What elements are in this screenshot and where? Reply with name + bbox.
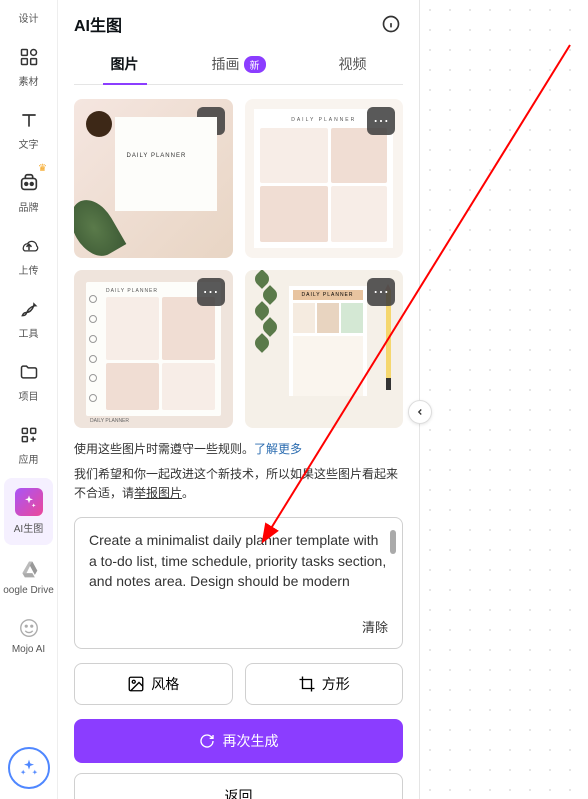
sidebar-item-apps[interactable]: 应用: [0, 413, 57, 476]
info-button[interactable]: [379, 12, 403, 36]
results-scroll[interactable]: ⋯ DAILY PLANNER ⋯ DAILY PLANNER: [74, 99, 403, 799]
ai-image-panel: AI生图 图片 插画 新 视频 ⋯: [58, 0, 420, 799]
chevron-left-icon: [415, 407, 425, 417]
sidebar-item-mojo-ai[interactable]: Mojo AI: [0, 606, 57, 665]
image-more-button[interactable]: ⋯: [197, 278, 225, 306]
panel-title: AI生图: [74, 12, 122, 36]
tabs-row: 图片 插画 新 视频: [74, 44, 403, 85]
ai-sparkle-icon: [15, 488, 43, 516]
google-drive-icon: [17, 557, 41, 581]
clear-button[interactable]: 清除: [89, 617, 388, 636]
sidebar-item-google-drive[interactable]: oogle Drive: [0, 547, 57, 606]
report-images-link[interactable]: 举报图片: [134, 486, 182, 500]
feedback-note: 我们希望和你一起改进这个新技术，所以如果这些图片看起来不合适，请举报图片。: [74, 465, 403, 503]
text-icon: [17, 108, 41, 132]
new-badge: 新: [244, 56, 266, 73]
aspect-button[interactable]: 方形: [245, 663, 404, 705]
sidebar-item-text[interactable]: 文字: [0, 98, 57, 161]
learn-more-link[interactable]: 了解更多: [254, 442, 302, 456]
tab-illustrations[interactable]: 插画 新: [204, 44, 274, 84]
disclaimer-text: 使用这些图片时需遵守一些规则。了解更多: [74, 440, 403, 457]
tab-videos[interactable]: 视频: [331, 44, 375, 84]
collapse-panel-button[interactable]: [408, 400, 432, 424]
elements-icon: [17, 45, 41, 69]
sidebar-item-design[interactable]: 设计: [0, 0, 57, 35]
back-button[interactable]: 返回: [74, 773, 403, 799]
upload-icon: [17, 234, 41, 258]
sidebar-item-elements[interactable]: 素材: [0, 35, 57, 98]
image-more-button[interactable]: ⋯: [367, 107, 395, 135]
mojo-icon: [17, 616, 41, 640]
tab-images[interactable]: 图片: [103, 44, 147, 84]
refresh-icon: [199, 733, 215, 749]
crown-icon: ♛: [38, 163, 47, 174]
prompt-text[interactable]: Create a minimalist daily planner templa…: [89, 530, 388, 605]
result-image-3[interactable]: DAILY PLANNER DAILY PLANNER ⋯: [74, 270, 233, 429]
prompt-input-box[interactable]: Create a minimalist daily planner templa…: [74, 517, 403, 649]
image-more-button[interactable]: ⋯: [367, 278, 395, 306]
result-image-4[interactable]: DAILY PLANNER ⋯: [245, 270, 404, 429]
image-icon: [127, 675, 145, 693]
regenerate-button[interactable]: 再次生成: [74, 719, 403, 763]
sidebar-item-draw[interactable]: 工具: [0, 287, 57, 350]
result-image-1[interactable]: ⋯: [74, 99, 233, 258]
folder-icon: [17, 360, 41, 384]
style-button[interactable]: 风格: [74, 663, 233, 705]
prompt-scrollbar[interactable]: [390, 530, 396, 554]
canvas-area[interactable]: [420, 0, 588, 799]
sidebar-item-projects[interactable]: 项目: [0, 350, 57, 413]
draw-icon: [17, 297, 41, 321]
sidebar-item-ai-image[interactable]: AI生图: [4, 478, 53, 545]
apps-icon: [17, 423, 41, 447]
sidebar-item-upload[interactable]: 上传: [0, 224, 57, 287]
fab-button[interactable]: [8, 747, 50, 789]
result-image-2[interactable]: DAILY PLANNER ⋯: [245, 99, 404, 258]
crop-icon: [298, 675, 316, 693]
image-more-button[interactable]: ⋯: [197, 107, 225, 135]
brand-icon: [17, 171, 41, 195]
sidebar-item-brand[interactable]: ♛ 品牌: [0, 161, 57, 224]
left-sidebar: 设计 素材 文字 ♛ 品牌 上传: [0, 0, 58, 799]
